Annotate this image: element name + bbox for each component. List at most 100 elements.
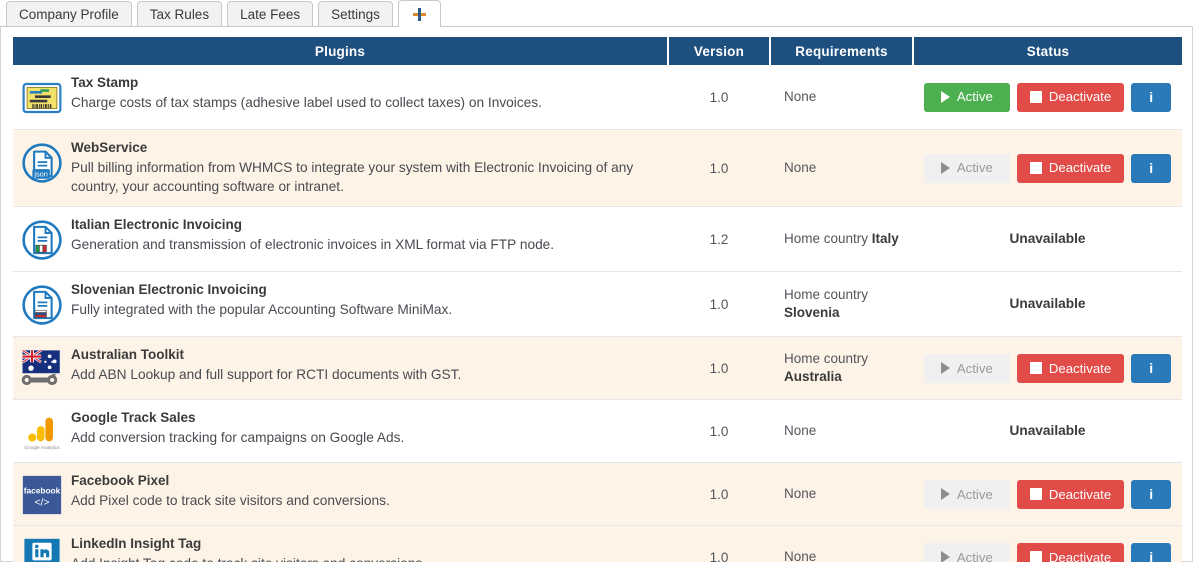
tab-label: Settings bbox=[331, 6, 380, 22]
plugin-requirements: None bbox=[770, 525, 913, 562]
info-button[interactable]: i bbox=[1131, 82, 1172, 112]
plugin-icon-container bbox=[17, 282, 67, 326]
info-button[interactable]: i bbox=[1131, 153, 1172, 183]
plugin-description: Generation and transmission of electroni… bbox=[71, 237, 555, 252]
tab-label: Tax Rules bbox=[149, 6, 210, 22]
tab-label: Late Fees bbox=[240, 6, 301, 22]
deactivate-button-label: Deactivate bbox=[1048, 360, 1112, 376]
plugin-description: Add Insight Tag code to track site visit… bbox=[71, 555, 426, 562]
plugin-cell: Google Analytics Google Track Sales Add c… bbox=[13, 399, 668, 464]
plugin-status: Active Deactivate i bbox=[913, 525, 1182, 562]
plugin-requirements: None bbox=[770, 462, 913, 527]
plugin-name: Facebook Pixel bbox=[71, 473, 170, 489]
plugin-status: Active Deactivate i bbox=[913, 65, 1182, 130]
plugin-icon-container: Google Analytics bbox=[17, 410, 67, 452]
plugin-icon-container bbox=[17, 347, 67, 389]
deactivate-button-label: Deactivate bbox=[1048, 160, 1112, 176]
plugin-cell: facebook </> Facebook Pixel Add Pixel cod… bbox=[13, 462, 668, 527]
plugin-name: Slovenian Electronic Invoicing bbox=[71, 282, 267, 298]
deactivate-button[interactable]: Deactivate bbox=[1016, 153, 1125, 183]
svg-text:Google Analytics: Google Analytics bbox=[24, 445, 60, 451]
column-header-status: Status bbox=[913, 37, 1182, 65]
plugin-requirements: Home country Australia bbox=[770, 336, 913, 401]
plugins-table: Plugins Version Requirements Status Tax … bbox=[13, 37, 1182, 562]
info-button[interactable]: i bbox=[1131, 542, 1172, 562]
plugin-status: Active Deactivate i bbox=[913, 462, 1182, 527]
info-button[interactable]: i bbox=[1131, 479, 1172, 509]
plugin-description: Charge costs of tax stamps (adhesive lab… bbox=[71, 94, 542, 110]
activate-button: Active bbox=[923, 479, 1010, 509]
plugin-version: 1.0 bbox=[668, 271, 770, 338]
stop-icon bbox=[1029, 162, 1042, 175]
australia-wrench-icon bbox=[21, 349, 60, 386]
tab-settings[interactable]: Settings bbox=[318, 1, 393, 27]
deactivate-button-label: Deactivate bbox=[1048, 89, 1112, 105]
svg-text:</>: </> bbox=[34, 498, 49, 509]
status-unavailable: Unavailable bbox=[1009, 231, 1086, 247]
requirements-country: Italy bbox=[871, 231, 899, 247]
deactivate-button[interactable]: Deactivate bbox=[1016, 542, 1125, 562]
deactivate-button-label: Deactivate bbox=[1048, 549, 1112, 562]
tab-bar: Company Profile Tax Rules Late Fees Setting… bbox=[0, 0, 1193, 27]
table-row: facebook </> Facebook Pixel Add Pixel cod… bbox=[13, 462, 1182, 527]
tax-stamp-icon bbox=[22, 82, 62, 114]
plugin-name: Italian Electronic Invoicing bbox=[71, 217, 243, 233]
plugin-icon-container: json bbox=[17, 140, 67, 184]
linkedin-insight-icon: </> bbox=[24, 538, 60, 562]
table-row: Google Analytics Google Track Sales Add c… bbox=[13, 399, 1182, 464]
svg-text:facebook: facebook bbox=[24, 485, 61, 495]
plugin-name: Australian Toolkit bbox=[71, 347, 185, 363]
requirements-country: Slovenia bbox=[784, 305, 840, 321]
deactivate-button[interactable]: Deactivate bbox=[1016, 479, 1125, 509]
plugin-version: 1.0 bbox=[668, 129, 770, 208]
plugin-version: 1.2 bbox=[668, 206, 770, 273]
info-button[interactable]: i bbox=[1131, 353, 1172, 383]
plugin-name: LinkedIn Insight Tag bbox=[71, 536, 202, 552]
plugin-description: Add conversion tracking for campaigns on… bbox=[71, 430, 405, 445]
table-row: </> LinkedIn Insight Tag Add Insight Tag … bbox=[13, 525, 1182, 562]
info-icon: i bbox=[1149, 486, 1154, 503]
plugin-name: Tax Stamp bbox=[71, 75, 139, 90]
activate-button: Active bbox=[923, 353, 1010, 383]
activate-button: Active bbox=[923, 542, 1010, 562]
column-header-version: Version bbox=[668, 37, 771, 65]
info-icon: i bbox=[1149, 360, 1154, 377]
plugin-version: 1.0 bbox=[668, 336, 770, 401]
table-row: Australian Toolkit Add ABN Lookup and ful… bbox=[13, 336, 1182, 401]
play-icon bbox=[940, 162, 950, 175]
plugin-requirements: None bbox=[770, 129, 913, 208]
plugin-cell: Tax Stamp Charge costs of tax stamps (adh… bbox=[13, 65, 668, 130]
italy-document-icon bbox=[22, 220, 62, 260]
plugin-version: 1.0 bbox=[668, 525, 770, 562]
activate-button-label: Active bbox=[956, 160, 993, 176]
info-icon: i bbox=[1149, 160, 1154, 177]
info-icon: i bbox=[1149, 89, 1154, 105]
info-icon: i bbox=[1149, 549, 1154, 562]
tab-add[interactable] bbox=[397, 0, 441, 27]
plugin-cell: Slovenian Electronic Invoicing Fully inte… bbox=[13, 271, 668, 338]
activate-button[interactable]: Active bbox=[923, 82, 1010, 112]
deactivate-button[interactable]: Deactivate bbox=[1016, 353, 1125, 383]
column-header-plugins: Plugins bbox=[13, 37, 669, 65]
tab-late-fees[interactable]: Late Fees bbox=[227, 1, 314, 27]
stop-icon bbox=[1029, 551, 1042, 562]
facebook-pixel-icon: facebook </> bbox=[22, 475, 62, 515]
requirements-prefix: None bbox=[784, 423, 817, 439]
status-unavailable: Unavailable bbox=[1009, 296, 1086, 312]
plugin-requirements: Home country Slovenia bbox=[770, 271, 913, 338]
status-unavailable: Unavailable bbox=[1009, 423, 1086, 439]
plugin-requirements: None bbox=[770, 399, 913, 464]
plugin-requirements: None bbox=[770, 65, 913, 130]
play-icon bbox=[940, 551, 950, 562]
plugin-version: 1.0 bbox=[668, 462, 770, 527]
tab-company-profile[interactable]: Company Profile bbox=[6, 1, 132, 27]
stop-icon bbox=[1029, 488, 1042, 501]
deactivate-button[interactable]: Deactivate bbox=[1016, 82, 1125, 112]
activate-button-label: Active bbox=[956, 486, 993, 502]
tab-label: Company Profile bbox=[19, 6, 119, 22]
svg-text:json: json bbox=[33, 170, 47, 179]
activate-button-label: Active bbox=[956, 549, 993, 562]
tab-tax-rules[interactable]: Tax Rules bbox=[136, 1, 223, 27]
slovenia-document-icon bbox=[22, 285, 62, 325]
play-icon bbox=[940, 488, 950, 501]
